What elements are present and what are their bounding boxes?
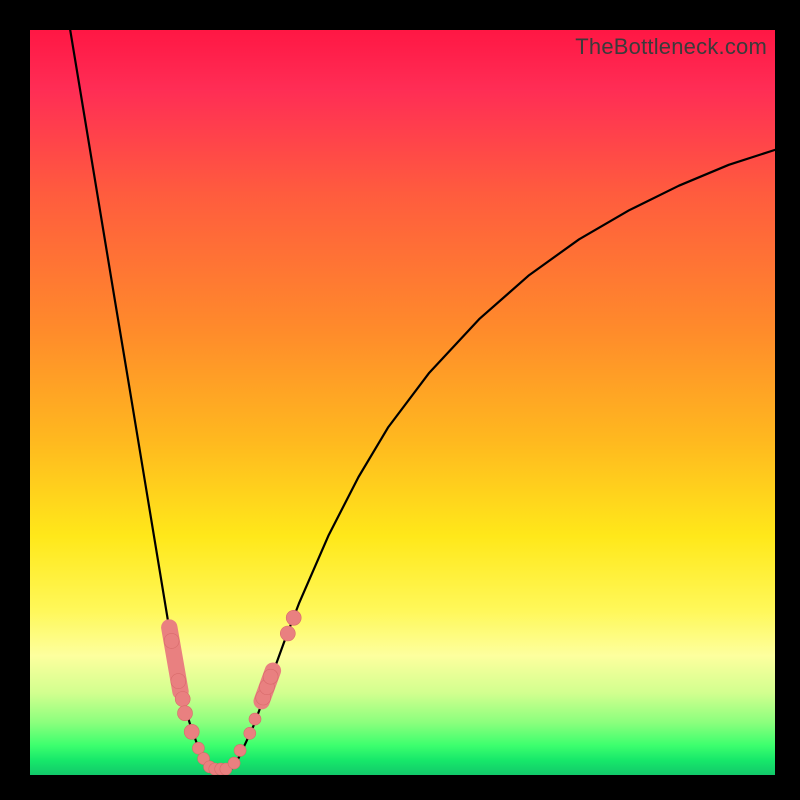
data-marker [263, 669, 278, 684]
data-marker [234, 744, 246, 756]
curve-left-branch [70, 30, 209, 769]
data-marker [244, 727, 256, 739]
data-marker [280, 626, 295, 641]
data-markers [164, 610, 301, 775]
data-marker [184, 724, 199, 739]
data-marker [249, 713, 261, 725]
curve-right-branch [231, 150, 775, 769]
data-marker [175, 692, 190, 707]
data-marker [171, 674, 186, 689]
plot-area: TheBottleneck.com [30, 30, 775, 775]
data-marker [286, 610, 301, 625]
data-marker [178, 706, 193, 721]
curve-layer [30, 30, 775, 775]
data-marker [164, 633, 179, 648]
data-marker [228, 757, 240, 769]
chart-frame: TheBottleneck.com [0, 0, 800, 800]
